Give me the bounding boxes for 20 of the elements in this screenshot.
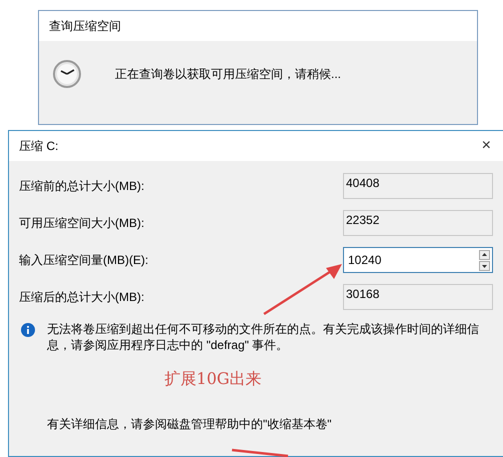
field-label: 可用压缩空间大小(MB): (19, 215, 144, 232)
window-title: 压缩 C: (19, 138, 58, 155)
info-message: 无法将卷压缩到超出任何不可移动的文件所在的点。有关完成该操作时间的详细信息，请参阅应用程序日志中的 "defrag" 事件。 (47, 321, 480, 353)
field-label: 压缩后的总计大小(MB): (19, 289, 144, 306)
info-icon (21, 323, 35, 337)
close-button[interactable]: × (482, 134, 491, 158)
spin-up-icon[interactable] (479, 250, 490, 260)
field-label: 压缩前的总计大小(MB): (19, 178, 144, 195)
window-title: 查询压缩空间 (49, 18, 121, 35)
spin-down-icon[interactable] (479, 260, 490, 270)
readonly-field: 40408 (343, 173, 493, 199)
readonly-field: 30168 (343, 284, 493, 310)
help-text: 有关详细信息，请参阅磁盘管理帮助中的"收缩基本卷" (46, 416, 333, 433)
status-message: 正在查询卷以获取可用压缩空间，请稍候... (115, 66, 342, 83)
annotation-text: 扩展10G出来 (164, 368, 262, 390)
clock-icon (52, 59, 82, 89)
readonly-field: 22352 (343, 210, 493, 236)
leader-line (230, 448, 290, 457)
field-label: 输入压缩空间量(MB)(E): (19, 252, 148, 269)
spin-field[interactable]: 10240 (343, 247, 493, 273)
